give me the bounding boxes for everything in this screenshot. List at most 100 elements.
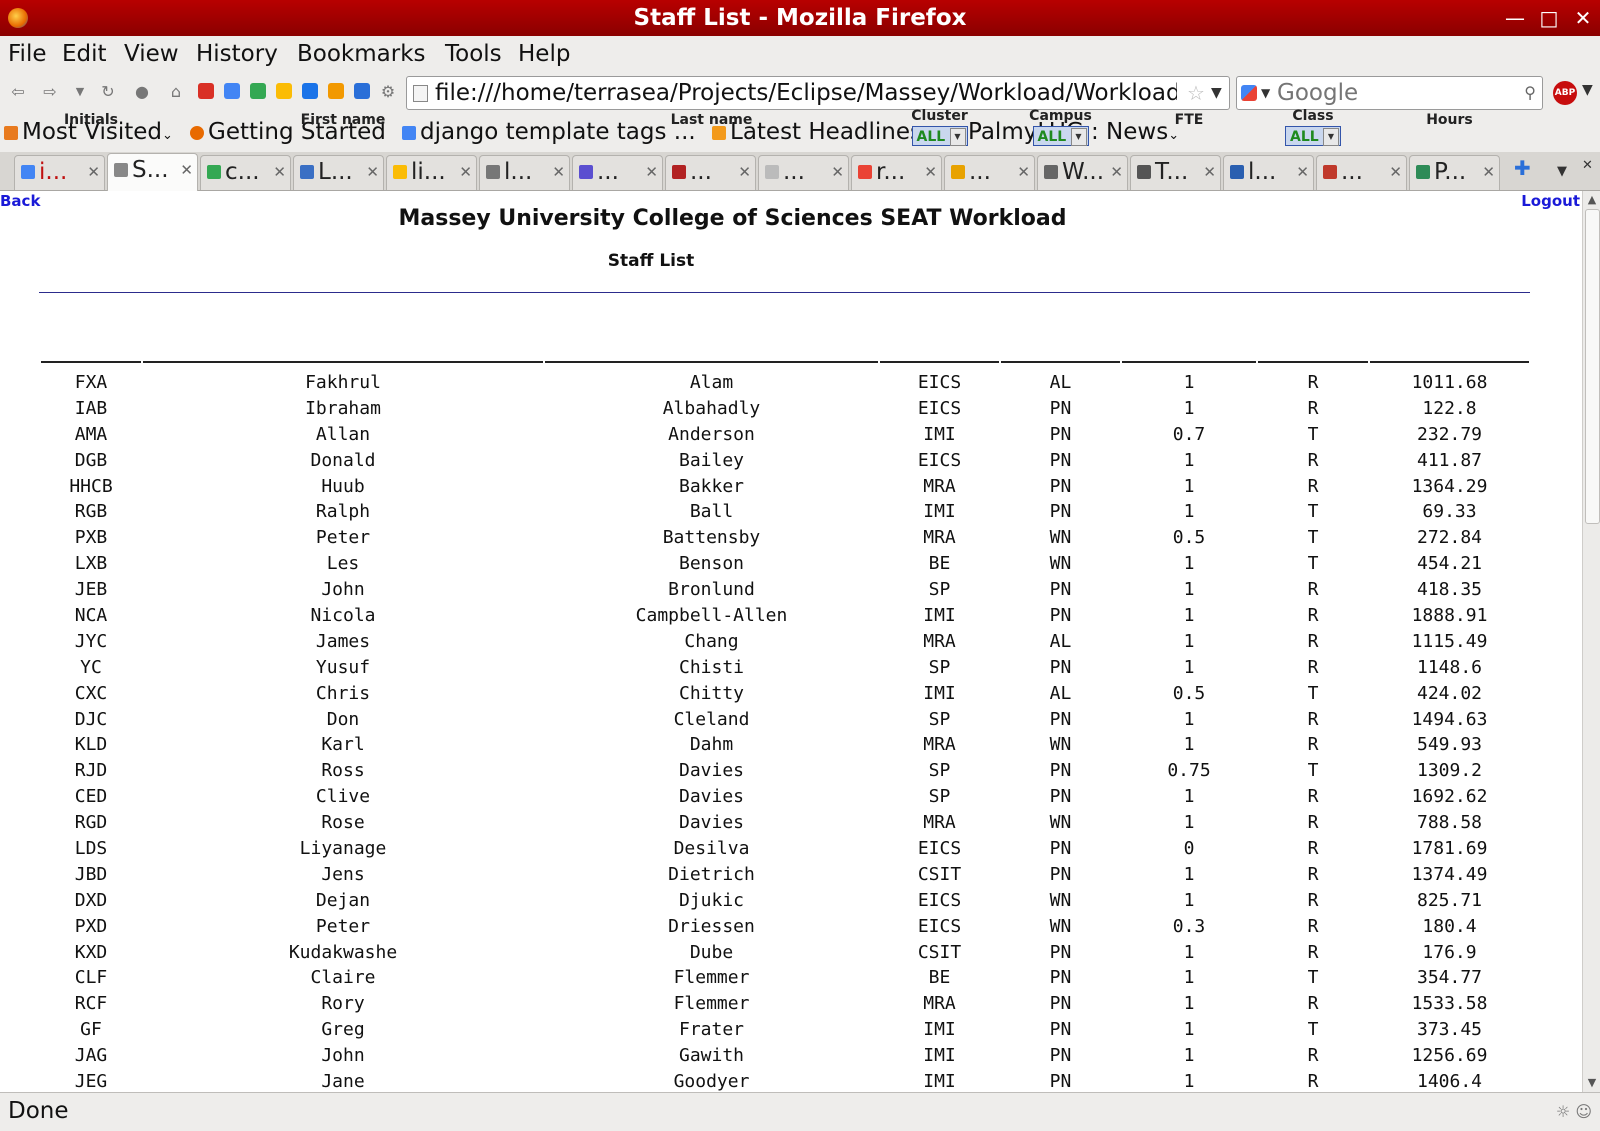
history-dropdown-icon[interactable]: ▼ — [70, 82, 90, 102]
search-engine-icon[interactable] — [1241, 85, 1257, 101]
table-row[interactable]: JYC James Chang MRA AL 1 R 1115.49 — [0, 629, 1582, 655]
minimize-button[interactable]: — — [1503, 6, 1527, 30]
tab-close-icon[interactable]: ✕ — [738, 156, 751, 188]
table-row[interactable]: DJC Don Cleland SP PN 1 R 1494.63 — [0, 707, 1582, 733]
table-row[interactable]: NCA Nicola Campbell-Allen IMI PN 1 R 1888.91 — [0, 603, 1582, 629]
bookmark-star-icon[interactable]: ☆ — [1187, 79, 1205, 107]
tab-close-icon[interactable]: ✕ — [1389, 156, 1402, 188]
browser-tab[interactable]: ... ✕ — [944, 155, 1035, 190]
stop-icon[interactable]: ● — [132, 82, 152, 102]
search-input[interactable] — [1277, 79, 1507, 107]
browser-tab[interactable]: L... ✕ — [293, 155, 384, 190]
table-row[interactable]: RCF Rory Flemmer MRA PN 1 R 1533.58 — [0, 991, 1582, 1017]
table-row[interactable]: YC Yusuf Chisti SP PN 1 R 1148.6 — [0, 655, 1582, 681]
tab-close-icon[interactable]: ✕ — [180, 154, 193, 186]
close-tab-icon[interactable]: ✕ — [1582, 158, 1593, 173]
table-row[interactable]: JBD Jens Dietrich CSIT PN 1 R 1374.49 — [0, 862, 1582, 888]
menu-tools[interactable]: Tools — [445, 39, 502, 69]
url-dropdown-icon[interactable]: ▼ — [1211, 79, 1222, 107]
menu-edit[interactable]: Edit — [62, 39, 107, 69]
docs-icon[interactable] — [224, 83, 240, 99]
tab-close-icon[interactable]: ✕ — [273, 156, 286, 188]
table-row[interactable]: IAB Ibraham Albahadly EICS PN 1 R 122.8 — [0, 396, 1582, 422]
adblock-dropdown-icon[interactable]: ▼ — [1582, 82, 1593, 98]
tab-close-icon[interactable]: ✕ — [366, 156, 379, 188]
menu-history[interactable]: History — [196, 39, 278, 69]
campus-filter-select[interactable]: ALL ▼ — [1032, 126, 1089, 146]
table-row[interactable]: RGB Ralph Ball IMI PN 1 T 69.33 — [0, 499, 1582, 525]
browser-tab[interactable]: ... ✕ — [758, 155, 849, 190]
close-window-button[interactable]: ✕ — [1571, 6, 1595, 30]
vertical-scrollbar[interactable]: ▲ ▼ — [1582, 191, 1600, 1092]
table-row[interactable]: JEB John Bronlund SP PN 1 R 418.35 — [0, 577, 1582, 603]
browser-tab[interactable]: ... ✕ — [665, 155, 756, 190]
menu-bookmarks[interactable]: Bookmarks — [297, 39, 426, 69]
browser-tab[interactable]: l... ✕ — [1223, 155, 1314, 190]
tab-close-icon[interactable]: ✕ — [924, 156, 937, 188]
table-row[interactable]: JAG John Gawith IMI PN 1 R 1256.69 — [0, 1043, 1582, 1069]
tab-close-icon[interactable]: ✕ — [87, 156, 100, 188]
gmail-icon[interactable] — [198, 83, 214, 99]
class-filter-select[interactable]: ALL ▼ — [1285, 126, 1341, 146]
adblock-icon[interactable]: ABP — [1553, 81, 1577, 105]
table-row[interactable]: PXD Peter Driessen EICS WN 0.3 R 180.4 — [0, 914, 1582, 940]
tab-close-icon[interactable]: ✕ — [1296, 156, 1309, 188]
table-row[interactable]: RJD Ross Davies SP PN 0.75 T 1309.2 — [0, 758, 1582, 784]
maximize-button[interactable]: □ — [1537, 6, 1561, 30]
delicious-icon[interactable] — [354, 83, 370, 99]
search-bar[interactable]: ▼ ⚲ — [1236, 76, 1543, 110]
scroll-up-arrow-icon[interactable]: ▲ — [1583, 191, 1600, 209]
browser-tab[interactable]: c... ✕ — [200, 155, 291, 190]
search-icon[interactable]: ⚲ — [1524, 81, 1536, 105]
google-icon[interactable] — [250, 83, 266, 99]
menu-help[interactable]: Help — [518, 39, 570, 69]
photos-icon[interactable] — [276, 83, 292, 99]
gear-icon[interactable]: ⚙ — [378, 82, 398, 102]
url-text[interactable]: file:///home/terrasea/Projects/Eclipse/M… — [435, 79, 1177, 107]
tab-close-icon[interactable]: ✕ — [459, 156, 472, 188]
table-row[interactable]: PXB Peter Battensby MRA WN 0.5 T 272.84 — [0, 525, 1582, 551]
table-row[interactable]: KLD Karl Dahm MRA WN 1 R 549.93 — [0, 732, 1582, 758]
browser-tab[interactable]: ... ✕ — [1316, 155, 1407, 190]
reload-icon[interactable]: ↻ — [98, 82, 118, 102]
home-icon[interactable]: ⌂ — [166, 82, 186, 102]
scrollbar-thumb[interactable] — [1585, 209, 1600, 524]
table-row[interactable]: CXC Chris Chitty IMI AL 0.5 T 424.02 — [0, 681, 1582, 707]
scroll-down-arrow-icon[interactable]: ▼ — [1583, 1074, 1600, 1092]
table-row[interactable]: LDS Liyanage Desilva EICS PN 0 R 1781.69 — [0, 836, 1582, 862]
table-row[interactable]: RGD Rose Davies MRA WN 1 R 788.58 — [0, 810, 1582, 836]
tab-close-icon[interactable]: ✕ — [1017, 156, 1030, 188]
search-engine-dropdown-icon[interactable]: ▼ — [1261, 81, 1270, 105]
logout-link[interactable]: Logout — [1521, 191, 1580, 211]
reader-icon[interactable] — [328, 83, 344, 99]
menu-file[interactable]: File — [8, 39, 47, 69]
forward-arrow-icon[interactable]: ⇨ — [40, 82, 60, 102]
new-tab-icon[interactable]: ✚ — [1514, 156, 1531, 180]
tab-close-icon[interactable]: ✕ — [1203, 156, 1216, 188]
table-row[interactable]: HHCB Huub Bakker MRA PN 1 R 1364.29 — [0, 474, 1582, 500]
url-bar[interactable]: file:///home/terrasea/Projects/Eclipse/M… — [406, 76, 1230, 110]
browser-tab[interactable]: r... ✕ — [851, 155, 942, 190]
tab-close-icon[interactable]: ✕ — [645, 156, 658, 188]
browser-tab[interactable]: ... ✕ — [572, 155, 663, 190]
tab-close-icon[interactable]: ✕ — [552, 156, 565, 188]
cluster-filter-select[interactable]: ALL ▼ — [911, 126, 968, 146]
addon-icon[interactable]: ☺ — [1575, 1102, 1592, 1121]
table-row[interactable]: DXD Dejan Djukic EICS WN 1 R 825.71 — [0, 888, 1582, 914]
menu-view[interactable]: View — [124, 39, 179, 69]
table-row[interactable]: GF Greg Frater IMI PN 1 T 373.45 — [0, 1017, 1582, 1043]
back-arrow-icon[interactable]: ⇦ — [8, 82, 28, 102]
browser-tab[interactable]: T... ✕ — [1130, 155, 1221, 190]
browser-tab[interactable]: l... ✕ — [479, 155, 570, 190]
table-row[interactable]: FXA Fakhrul Alam EICS AL 1 R 1011.68 — [0, 370, 1582, 396]
table-row[interactable]: DGB Donald Bailey EICS PN 1 R 411.87 — [0, 448, 1582, 474]
browser-tab[interactable]: i... ✕ — [14, 155, 105, 190]
table-row[interactable]: CED Clive Davies SP PN 1 R 1692.62 — [0, 784, 1582, 810]
table-row[interactable]: AMA Allan Anderson IMI PN 0.7 T 232.79 — [0, 422, 1582, 448]
tab-close-icon[interactable]: ✕ — [1482, 156, 1495, 188]
browser-tab[interactable]: S... ✕ — [107, 153, 198, 191]
table-row[interactable]: CLF Claire Flemmer BE PN 1 T 354.77 — [0, 965, 1582, 991]
browser-tab[interactable]: W... ✕ — [1037, 155, 1128, 190]
tab-close-icon[interactable]: ✕ — [831, 156, 844, 188]
browser-tab[interactable]: P... ✕ — [1409, 155, 1500, 190]
